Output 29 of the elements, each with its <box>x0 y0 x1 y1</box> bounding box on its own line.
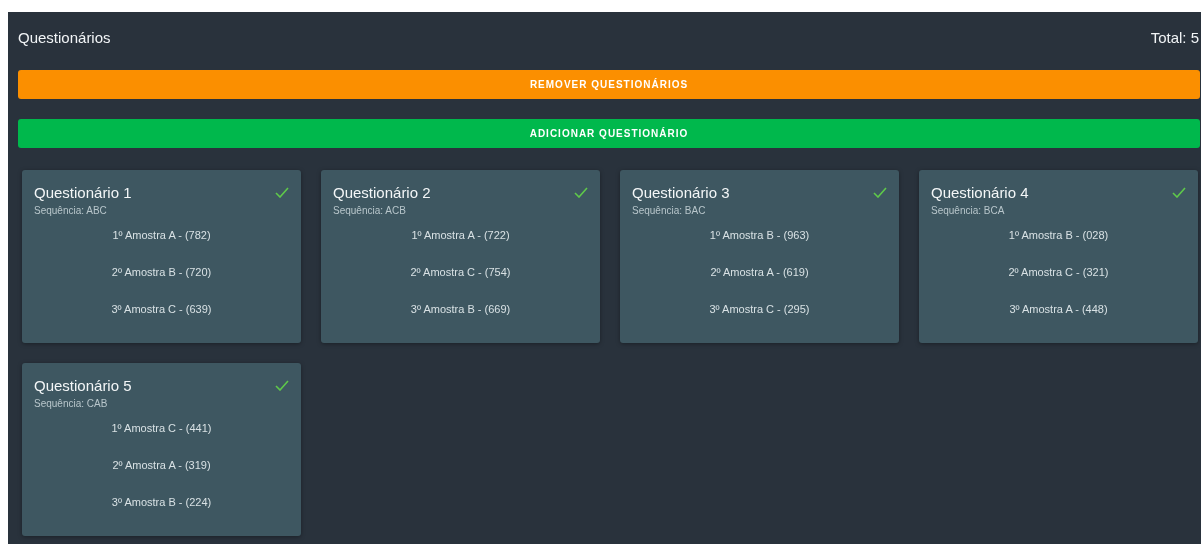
panel-title: Questionários <box>18 28 111 46</box>
sample-item: 2º Amostra A - (319) <box>112 459 211 471</box>
total-count: Total: 5 <box>1150 28 1199 46</box>
sample-item: 2º Amostra C - (754) <box>410 266 511 278</box>
sample-item: 3º Amostra A - (448) <box>1009 303 1108 315</box>
remove-questionnaires-button[interactable]: REMOVER QUESTIONÁRIOS <box>18 70 1200 99</box>
sample-item: 1º Amostra A - (722) <box>411 229 510 241</box>
sequence-label: Sequência: BCA <box>931 205 1006 216</box>
sample-item: 2º Amostra C - (321) <box>1008 266 1109 278</box>
sequence-label: Sequência: ABC <box>34 205 108 216</box>
card-title: Questionário 2 <box>333 184 431 201</box>
sample-item: 3º Amostra C - (295) <box>709 303 810 315</box>
sample-item: 1º Amostra B - (028) <box>1008 229 1109 241</box>
sample-item: 1º Amostra A - (782) <box>112 229 211 241</box>
card-title: Questionário 4 <box>931 184 1029 201</box>
sample-item: 1º Amostra B - (963) <box>709 229 810 241</box>
card-title: Questionário 5 <box>34 377 132 394</box>
add-questionnaire-button[interactable]: ADICIONAR QUESTIONÁRIO <box>18 119 1200 148</box>
sequence-label: Sequência: CAB <box>34 398 109 409</box>
sample-item: 3º Amostra B - (224) <box>111 496 212 508</box>
sample-item: 3º Amostra C - (639) <box>111 303 212 315</box>
card-title: Questionário 1 <box>34 184 132 201</box>
sample-item: 2º Amostra B - (720) <box>111 266 212 278</box>
card-title: Questionário 3 <box>632 184 730 201</box>
sample-item: 1º Amostra C - (441) <box>111 422 212 434</box>
sequence-label: Sequência: BAC <box>632 205 707 216</box>
sample-item: 2º Amostra A - (619) <box>710 266 809 278</box>
sequence-label: Sequência: ACB <box>333 205 407 216</box>
sample-item: 3º Amostra B - (669) <box>410 303 511 315</box>
